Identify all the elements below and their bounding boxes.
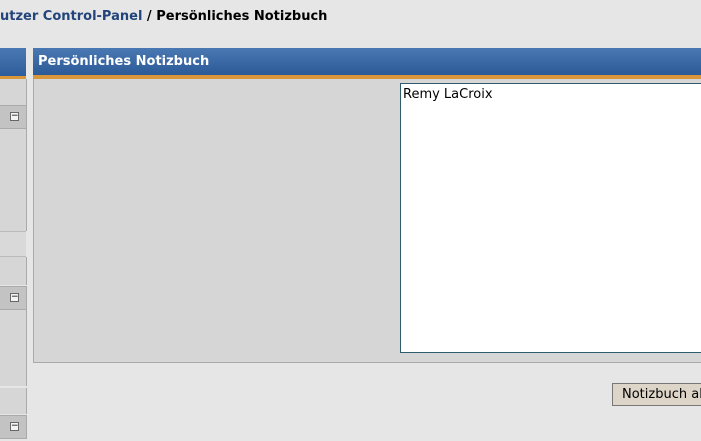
sidebar-section-2 — [0, 310, 27, 386]
sidebar-section-1 — [0, 129, 27, 231]
update-notebook-button[interactable]: Notizbuch akt — [612, 383, 701, 406]
sidebar-category-3[interactable]: − — [0, 415, 27, 439]
sidebar-section-gap — [0, 257, 27, 285]
notebook-panel: Persönliches Notizbuch Remy LaCroix — [33, 48, 701, 363]
sidebar-row[interactable] — [0, 231, 26, 257]
sidebar-spacer — [0, 79, 27, 106]
breadcrumb: utzer Control-Panel / Persönliches Notiz… — [0, 9, 327, 24]
collapse-icon[interactable]: − — [10, 112, 19, 121]
notebook-textarea[interactable]: Remy LaCroix — [400, 83, 701, 353]
breadcrumb-separator: / — [142, 9, 157, 24]
sidebar-category-2[interactable]: − — [0, 286, 27, 310]
collapse-icon[interactable]: − — [10, 422, 19, 431]
breadcrumb-parent-link[interactable]: utzer Control-Panel — [0, 9, 142, 24]
sidebar-header — [0, 48, 26, 79]
sidebar-category-1[interactable]: − — [0, 105, 27, 129]
collapse-icon[interactable]: − — [10, 293, 19, 302]
panel-title: Persönliches Notizbuch — [33, 48, 701, 79]
sidebar-section-3 — [0, 388, 27, 414]
sidebar: − − n − — [0, 48, 27, 441]
breadcrumb-current: Persönliches Notizbuch — [156, 9, 328, 24]
panel-body: Remy LaCroix — [33, 79, 701, 363]
